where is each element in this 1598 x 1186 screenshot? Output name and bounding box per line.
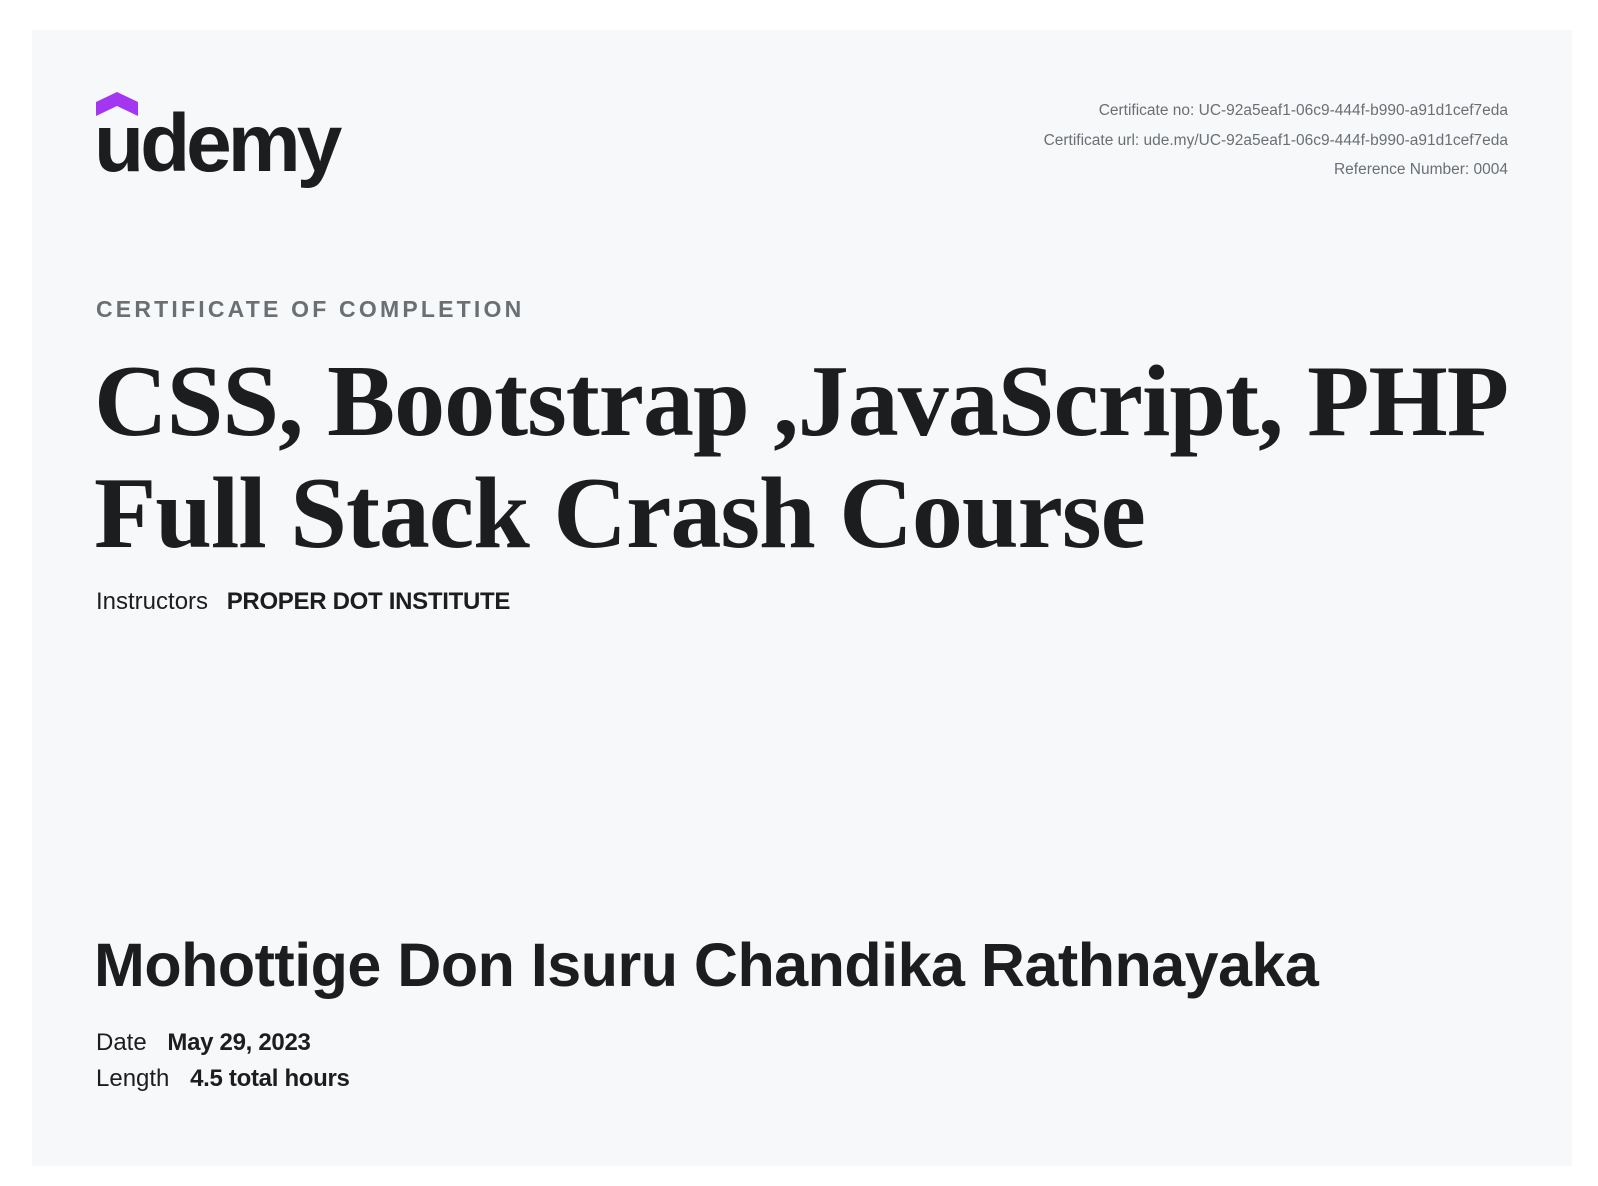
date-row: Date May 29, 2023 [96, 1025, 350, 1061]
instructors-value: PROPER DOT INSTITUTE [226, 588, 511, 615]
logo-wordmark: udemy [94, 98, 342, 189]
student-name: Mohottige Don Isuru Chandika Rathnayaka [94, 931, 1319, 999]
instructors-line: Instructors PROPER DOT INSTITUTE [96, 588, 510, 616]
certificate-card: udemy Certificate no: UC-92a5eaf1-06c9-4… [32, 30, 1572, 1166]
certificate-url: Certificate url: ude.my/UC-92a5eaf1-06c9… [1043, 131, 1508, 149]
certificate-label: CERTIFICATE OF COMPLETION [96, 296, 525, 322]
length-label: Length [96, 1065, 170, 1092]
udemy-logo: udemy [94, 92, 356, 192]
certificate-meta: Certificate no: UC-92a5eaf1-06c9-444f-b9… [1044, 96, 1508, 185]
certificate-number: Certificate no: UC-92a5eaf1-06c9-444f-b9… [1098, 102, 1508, 119]
reference-number: Reference Number: 0004 [1333, 161, 1508, 178]
date-value: May 29, 2023 [167, 1029, 311, 1056]
date-label: Date [96, 1029, 147, 1056]
instructors-label: Instructors [96, 588, 209, 615]
course-title: CSS, Bootstrap ,JavaScript, PHP Full Sta… [94, 345, 1503, 570]
length-value: 4.5 total hours [190, 1065, 350, 1092]
certificate-details: Date May 29, 2023 Length 4.5 total hours [96, 1025, 350, 1097]
length-row: Length 4.5 total hours [96, 1061, 350, 1097]
